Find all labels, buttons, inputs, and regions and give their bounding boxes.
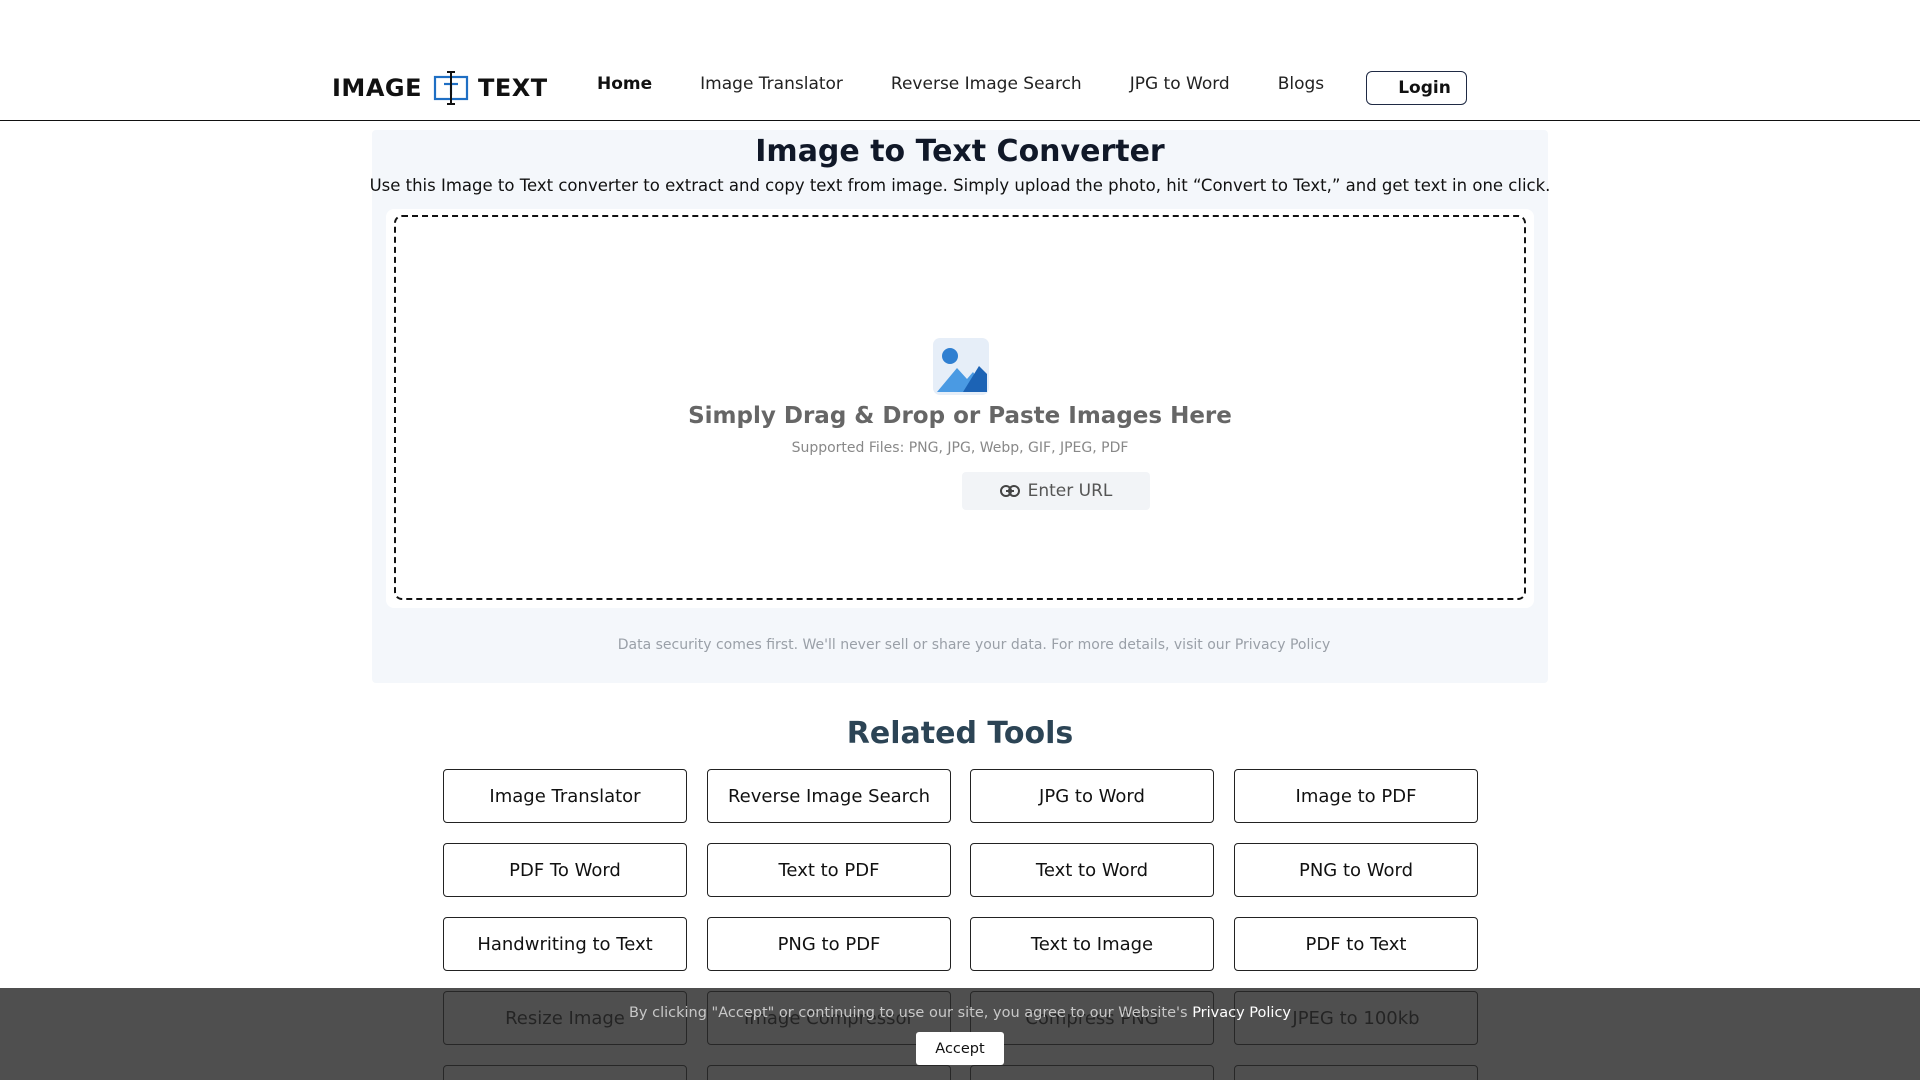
supported-files: Supported Files: PNG, JPG, Webp, GIF, JP…	[791, 440, 1129, 456]
enter-url-button[interactable]: Enter URL	[962, 472, 1150, 510]
related-tool-button[interactable]: Text to Image	[970, 917, 1214, 971]
page-subtitle: Use this Image to Text converter to extr…	[369, 176, 1551, 195]
link-icon	[999, 484, 1020, 498]
related-tool-button[interactable]: PDF to Text	[1234, 917, 1478, 971]
related-tools-title: Related Tools	[846, 716, 1074, 751]
drop-instruction: Simply Drag & Drop or Paste Images Here	[688, 403, 1232, 429]
main-nav: Home Image Translator Reverse Image Sear…	[597, 74, 1372, 94]
related-tool-button[interactable]: JPG to Word	[970, 769, 1214, 823]
nav-reverse-image-search[interactable]: Reverse Image Search	[891, 74, 1082, 94]
logo-text-cursor-icon	[432, 71, 470, 105]
related-tool-button[interactable]: Handwriting to Text	[443, 917, 687, 971]
site-header: IMAGE TEXT Home Image Translator Reverse…	[0, 0, 1920, 121]
nav-image-translator[interactable]: Image Translator	[700, 74, 843, 94]
logo[interactable]: IMAGE TEXT	[332, 70, 548, 106]
related-tool-button[interactable]: Image Translator	[443, 769, 687, 823]
nav-jpg-to-word[interactable]: JPG to Word	[1130, 74, 1230, 94]
cookie-message: By clicking "Accept" or continuing to us…	[628, 1005, 1188, 1021]
login-button[interactable]: Login	[1366, 71, 1467, 105]
accept-button[interactable]: Accept	[916, 1032, 1004, 1065]
related-tool-button[interactable]: Text to Word	[970, 843, 1214, 897]
image-icon	[933, 338, 989, 395]
logo-left-text: IMAGE	[332, 74, 422, 102]
security-note: Data security comes first. We'll never s…	[617, 637, 1331, 653]
related-tool-button[interactable]: Text to PDF	[707, 843, 951, 897]
related-tool-button[interactable]: PNG to PDF	[707, 917, 951, 971]
enter-url-label: Enter URL	[1027, 481, 1113, 501]
nav-blogs[interactable]: Blogs	[1278, 74, 1324, 94]
related-tool-button[interactable]: Image to PDF	[1234, 769, 1478, 823]
cookie-privacy-link[interactable]: Privacy Policy	[1192, 1005, 1291, 1021]
cookie-text: By clicking "Accept" or continuing to us…	[0, 1005, 1920, 1021]
page-title: Image to Text Converter	[755, 134, 1165, 169]
related-tool-button[interactable]: PDF To Word	[443, 843, 687, 897]
logo-right-text: TEXT	[477, 74, 548, 102]
related-tool-button[interactable]: Reverse Image Search	[707, 769, 951, 823]
related-tool-button[interactable]: PNG to Word	[1234, 843, 1478, 897]
nav-home[interactable]: Home	[597, 74, 652, 94]
